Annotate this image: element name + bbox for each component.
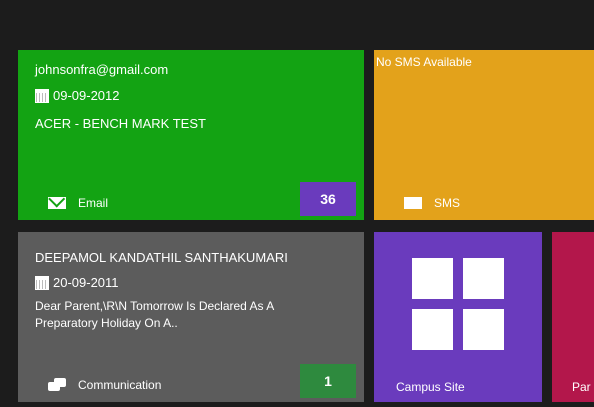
communication-label: Communication [78,378,162,392]
grid-icon [412,258,504,350]
communication-tile-footer: Communication [48,378,161,392]
communication-count-badge: 1 [300,364,356,398]
communication-sender: DEEPAMOL KANDATHIL SANTHAKUMARI [35,250,288,265]
communication-tile[interactable]: DEEPAMOL KANDATHIL SANTHAKUMARI 20-09-20… [18,232,364,402]
calendar-icon [35,88,49,103]
parent-tile-label: Par [572,380,591,394]
email-label: Email [78,196,109,210]
top-bar [0,0,594,36]
sms-tile-footer: SMS [404,196,460,210]
email-date-row: 09-09-2012 [35,88,120,103]
communication-message: Dear Parent,\R\N Tomorrow Is Declared As… [35,299,274,330]
campus-site-label: Campus Site [396,380,465,394]
calendar-icon [35,275,49,290]
sms-tile[interactable]: No SMS Available SMS [374,50,594,220]
sms-label: SMS [434,196,461,210]
email-count-badge: 36 [300,182,356,216]
campus-site-tile[interactable]: Campus Site [374,232,542,402]
email-tile-footer: Email [48,196,108,210]
email-tile[interactable]: johnsonfra@gmail.com 09-09-2012 ACER - B… [18,50,364,220]
parent-tile[interactable]: Par [552,232,594,402]
chat-icon [48,378,66,392]
email-date: 09-09-2012 [53,88,120,103]
communication-date-row: 20-09-2011 [35,275,119,290]
email-address: johnsonfra@gmail.com [35,62,169,77]
sms-icon [404,197,422,209]
communication-date: 20-09-2011 [53,275,119,290]
sms-status: No SMS Available [376,55,472,69]
mail-icon [48,197,66,209]
email-subject: ACER - BENCH MARK TEST [35,116,206,131]
